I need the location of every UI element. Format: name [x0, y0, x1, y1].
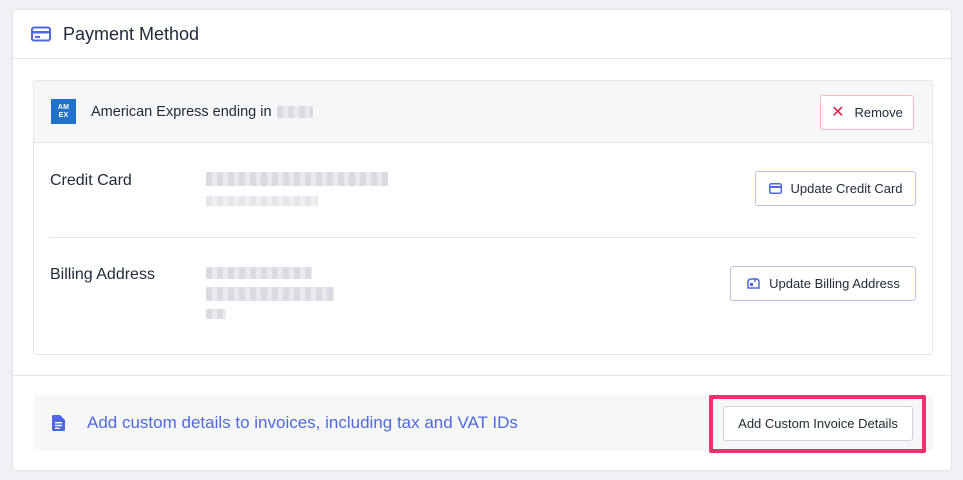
row-divider: [50, 237, 916, 238]
redacted-address-line-3: [206, 309, 226, 319]
redacted-card-expiry: [206, 196, 318, 206]
amex-logo-icon: AM EX: [51, 99, 76, 124]
credit-card-icon: [31, 26, 51, 42]
section-divider: [13, 375, 951, 376]
card-details-box: AM EX American Express ending in ✕ Remov…: [33, 80, 933, 355]
close-icon: ✕: [831, 103, 845, 121]
page-title: Payment Method: [63, 23, 200, 44]
highlight-box: [709, 395, 926, 453]
card-summary: AM EX American Express ending in ✕ Remov…: [34, 81, 932, 143]
remove-button[interactable]: ✕ Remove: [820, 95, 914, 130]
card-description: American Express ending in: [91, 104, 313, 120]
update-billing-address-button[interactable]: Update Billing Address: [730, 266, 916, 301]
invoice-info-text: Add custom details to invoices, includin…: [87, 413, 518, 432]
update-credit-card-button[interactable]: Update Credit Card: [755, 171, 916, 206]
panel-header: Payment Method: [13, 10, 951, 59]
credit-card-icon: [768, 183, 782, 194]
redacted-address-line-1: [206, 267, 312, 279]
billing-address-label: Billing Address: [50, 266, 155, 283]
redacted-card-info: [206, 172, 388, 186]
redacted-card-digits: [276, 105, 313, 118]
mailbox-icon: [746, 277, 760, 290]
credit-card-label: Credit Card: [50, 172, 132, 189]
redacted-address-line-2: [206, 287, 334, 301]
document-icon: [52, 415, 65, 431]
